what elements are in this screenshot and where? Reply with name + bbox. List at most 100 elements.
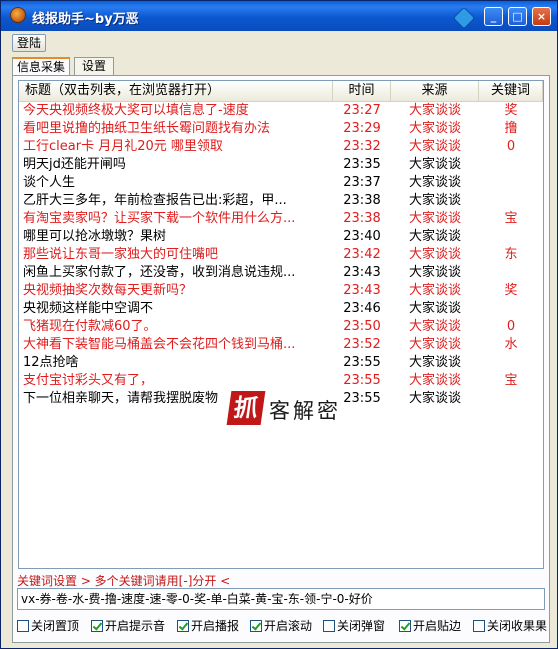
option-label: 开启滚动 <box>264 619 313 633</box>
cell-source: 大家谈谈 <box>408 337 461 352</box>
list-item[interactable]: 工行clear卡 月月礼20元 哪里领取 23:32 大家谈谈 0 <box>19 138 543 156</box>
option-label: 关闭收果果 <box>487 619 548 633</box>
option-label: 开启贴边 <box>413 619 462 633</box>
tab-info-collect[interactable]: 信息采集 <box>12 57 70 76</box>
option-label: 关闭置顶 <box>31 619 80 633</box>
cell-keyword <box>479 300 543 318</box>
app-window: 线报助手~by万恶 _ □ × 登陆 信息采集 设置 标题（双击列表，在浏览器打… <box>0 0 558 649</box>
cell-keyword <box>479 156 543 174</box>
cell-time: 23:50 <box>343 319 381 334</box>
tab-panel: 标题（双击列表，在浏览器打开） 时间 来源 关键词 今天央视频终极大奖可以填信息… <box>12 75 550 643</box>
list-item[interactable]: 乙肝大三多年，年前检查报告已出:彩超，甲... 23:38 大家谈谈 <box>19 192 543 210</box>
list-item[interactable]: 看吧里说撸的抽纸卫生纸长霉问题找有办法 23:29 大家谈谈 撸 <box>19 120 543 138</box>
cell-source: 大家谈谈 <box>408 301 461 316</box>
cell-keyword: 水 <box>504 337 518 352</box>
cell-title: 乙肝大三多年，年前检查报告已出:彩超，甲... <box>23 193 287 208</box>
list-header: 标题（双击列表，在浏览器打开） 时间 来源 关键词 <box>19 81 543 102</box>
list-item[interactable]: 12点抢啥 23:55 大家谈谈 <box>19 354 543 372</box>
option-label: 关闭弹窗 <box>337 619 386 633</box>
list-item[interactable]: 飞猪现在付款减60了。 23:50 大家谈谈 0 <box>19 318 543 336</box>
cell-keyword: 0 <box>506 319 516 334</box>
cell-title: 哪里可以抢冰墩墩？果树 <box>23 229 167 244</box>
keyword-input[interactable]: vx-券-卷-水-费-撸-速度-速-零-0-奖-单-白菜-黄-宝-东-领-宁-0… <box>17 588 545 610</box>
option-popup[interactable]: 关闭弹窗 <box>323 618 385 636</box>
checkbox[interactable] <box>323 620 335 632</box>
checkbox[interactable] <box>17 620 29 632</box>
column-header-title[interactable]: 标题（双击列表，在浏览器打开） <box>19 81 333 101</box>
cell-source: 大家谈谈 <box>408 211 461 226</box>
cell-time: 23:32 <box>343 139 381 154</box>
cell-keyword <box>479 192 543 210</box>
cell-title: 央视频这样能中空调不 <box>23 301 154 316</box>
cell-keyword <box>479 390 543 408</box>
cell-keyword: 0 <box>506 139 516 154</box>
title-bar[interactable]: 线报助手~by万恶 _ □ × <box>1 1 557 31</box>
cell-source: 大家谈谈 <box>408 157 461 172</box>
list-item[interactable]: 谈个人生 23:37 大家谈谈 <box>19 174 543 192</box>
checkbox[interactable] <box>473 620 485 632</box>
list-item[interactable]: 央视频这样能中空调不 23:46 大家谈谈 <box>19 300 543 318</box>
cell-title: 那些说让东哥一家独大的可住嘴吧 <box>23 247 219 262</box>
cell-title: 飞猪现在付款减60了。 <box>23 319 157 334</box>
option-scroll[interactable]: 开启滚动 <box>250 618 312 636</box>
cell-time: 23:35 <box>343 157 381 172</box>
post-list[interactable]: 标题（双击列表，在浏览器打开） 时间 来源 关键词 今天央视频终极大奖可以填信息… <box>18 80 544 569</box>
option-label: 开启提示音 <box>105 619 166 633</box>
cell-source: 大家谈谈 <box>408 319 461 334</box>
cell-source: 大家谈谈 <box>408 283 461 298</box>
list-item[interactable]: 今天央视频终极大奖可以填信息了-速度 23:27 大家谈谈 奖 <box>19 102 543 120</box>
maximize-button[interactable]: □ <box>508 7 527 26</box>
checkbox[interactable] <box>250 620 262 632</box>
option-broadcast[interactable]: 开启播报 <box>177 618 239 636</box>
gem-icon[interactable] <box>452 6 476 30</box>
cell-title: 12点抢啥 <box>23 355 79 370</box>
cell-time: 23:42 <box>343 247 381 262</box>
cell-title: 大神看下装智能马桶盖会不会花四个钱到马桶... <box>23 337 296 352</box>
cell-source: 大家谈谈 <box>408 193 461 208</box>
column-header-time[interactable]: 时间 <box>333 81 391 101</box>
cell-time: 23:52 <box>343 337 381 352</box>
cell-source: 大家谈谈 <box>408 103 461 118</box>
cell-source: 大家谈谈 <box>408 121 461 136</box>
cell-source: 大家谈谈 <box>408 175 461 190</box>
list-item[interactable]: 那些说让东哥一家独大的可住嘴吧 23:42 大家谈谈 东 <box>19 246 543 264</box>
cell-source: 大家谈谈 <box>408 139 461 154</box>
option-edge-snap[interactable]: 开启贴边 <box>399 618 461 636</box>
cell-time: 23:29 <box>343 121 381 136</box>
cell-time: 23:40 <box>343 229 381 244</box>
list-item[interactable]: 明天jd还能开闸吗 23:35 大家谈谈 <box>19 156 543 174</box>
cell-time: 23:38 <box>343 193 381 208</box>
option-keep-on-top[interactable]: 关闭置顶 <box>17 618 79 636</box>
close-button[interactable]: × <box>532 7 551 26</box>
list-item[interactable]: 闲鱼上买家付款了，还没寄，收到消息说违规... 23:43 大家谈谈 <box>19 264 543 282</box>
options-bar: 关闭置顶 开启提示音 开启播报 开启滚动 关闭弹窗 开启贴边 关闭收果果 <box>17 618 547 636</box>
cell-title: 支付宝讨彩头又有了， <box>23 373 154 388</box>
tab-settings[interactable]: 设置 <box>74 57 114 75</box>
cell-source: 大家谈谈 <box>408 247 461 262</box>
list-item[interactable]: 支付宝讨彩头又有了， 23:55 大家谈谈 宝 <box>19 372 543 390</box>
checkbox[interactable] <box>91 620 103 632</box>
cell-source: 大家谈谈 <box>408 355 461 370</box>
checkbox[interactable] <box>399 620 411 632</box>
option-collect[interactable]: 关闭收果果 <box>473 618 547 636</box>
column-header-keyword[interactable]: 关键词 <box>479 81 543 101</box>
list-item[interactable]: 有淘宝卖家吗？让买家下载一个软件用什么方... 23:38 大家谈谈 宝 <box>19 210 543 228</box>
cell-source: 大家谈谈 <box>408 229 461 244</box>
keyword-settings-label: 关键词设置 > 多个关键词请用[-]分开 < <box>17 574 231 588</box>
cell-keyword <box>479 174 543 192</box>
column-header-source[interactable]: 来源 <box>391 81 479 101</box>
cell-title: 看吧里说撸的抽纸卫生纸长霉问题找有办法 <box>23 121 271 136</box>
minimize-button[interactable]: _ <box>484 7 503 26</box>
list-item[interactable]: 哪里可以抢冰墩墩？果树 23:40 大家谈谈 <box>19 228 543 246</box>
option-sound[interactable]: 开启提示音 <box>91 618 165 636</box>
list-item[interactable]: 央视频抽奖次数每天更新吗？ 23:43 大家谈谈 奖 <box>19 282 543 300</box>
cell-keyword <box>479 264 543 282</box>
list-item[interactable]: 下一位相亲聊天，请帮我摆脱废物 23:55 大家谈谈 <box>19 390 543 408</box>
cell-title: 央视频抽奖次数每天更新吗？ <box>23 283 193 298</box>
cell-title: 今天央视频终极大奖可以填信息了-速度 <box>23 103 249 118</box>
login-button[interactable]: 登陆 <box>12 34 46 52</box>
checkbox[interactable] <box>177 620 189 632</box>
list-item[interactable]: 大神看下装智能马桶盖会不会花四个钱到马桶... 23:52 大家谈谈 水 <box>19 336 543 354</box>
cell-keyword <box>479 354 543 372</box>
option-label: 开启播报 <box>191 619 240 633</box>
